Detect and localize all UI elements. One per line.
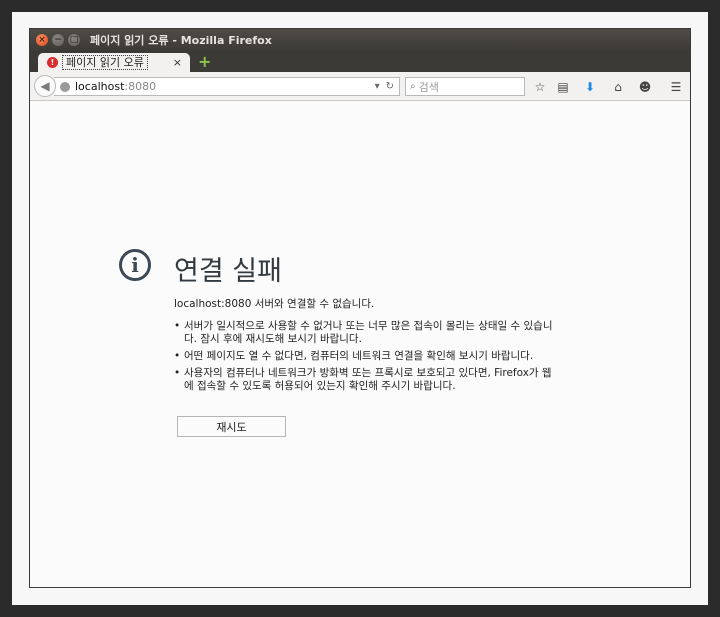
url-port: :8080 [124, 80, 157, 93]
window-minimize-button[interactable]: − [52, 34, 64, 46]
list-item: 사용자의 컴퓨터나 네트워크가 방화벽 또는 프록시로 보호되고 있다면, Fi… [174, 367, 554, 393]
close-icon: × [38, 35, 46, 45]
url-host: localhost [75, 80, 125, 93]
error-page: i 연결 실패 localhost:8080 서버와 연결할 수 없습니다. 서… [30, 101, 690, 587]
retry-button[interactable]: 재시도 [177, 416, 286, 437]
menu-icon[interactable]: ☰ [667, 78, 685, 95]
hello-chat-icon[interactable]: ☻ [636, 78, 654, 95]
tab-label: 페이지 읽기 오류 [62, 55, 148, 70]
browser-window: × − □ 페이지 읽기 오류 - Mozilla Firefox ! 페이지 … [29, 28, 691, 588]
window-title: 페이지 읽기 오류 - Mozilla Firefox [90, 34, 272, 47]
title-bar: × − □ 페이지 읽기 오류 - Mozilla Firefox [30, 29, 690, 51]
suggestion-list: 서버가 일시적으로 사용할 수 없거나 또는 너무 많은 접속이 몰리는 상태일… [174, 320, 554, 397]
maximize-icon: □ [69, 35, 79, 45]
tab-strip: ! 페이지 읽기 오류 × + [30, 51, 690, 72]
list-item: 서버가 일시적으로 사용할 수 없거나 또는 너무 많은 접속이 몰리는 상태일… [174, 320, 554, 346]
info-icon: i [119, 249, 151, 281]
back-button[interactable]: ◀ [34, 75, 56, 97]
navigation-bar: localhost:8080 ▾ ↻ ◀ ⌕ 검색 ☆ ▤ ⬇ ⌂ ☻ ☰ [30, 72, 690, 101]
back-arrow-icon: ◀ [40, 79, 50, 93]
bookmark-star-icon[interactable]: ☆ [531, 78, 549, 95]
error-message: localhost:8080 서버와 연결할 수 없습니다. [174, 298, 375, 310]
search-input[interactable]: ⌕ 검색 [405, 77, 525, 96]
download-icon[interactable]: ⬇ [581, 78, 599, 95]
globe-icon [60, 81, 70, 92]
url-dropdown-icon[interactable]: ▾ [375, 81, 380, 92]
tab-page-load-error[interactable]: ! 페이지 읽기 오류 × [38, 53, 190, 72]
tab-close-icon[interactable]: × [173, 56, 182, 69]
minimize-icon: − [54, 35, 62, 45]
list-item: 어떤 페이지도 열 수 없다면, 컴퓨터의 네트워크 연결을 확인해 보시기 바… [174, 350, 554, 363]
error-icon: ! [47, 57, 58, 68]
url-bar[interactable]: localhost:8080 ▾ ↻ [54, 77, 400, 96]
library-icon[interactable]: ▤ [554, 78, 572, 95]
window-maximize-button[interactable]: □ [68, 34, 80, 46]
reload-icon[interactable]: ↻ [386, 81, 394, 92]
new-tab-button[interactable]: + [198, 54, 211, 70]
home-icon[interactable]: ⌂ [609, 78, 627, 95]
window-close-button[interactable]: × [36, 34, 48, 46]
page-title: 연결 실패 [174, 256, 282, 287]
search-icon: ⌕ [410, 81, 416, 92]
search-placeholder: 검색 [418, 80, 439, 94]
